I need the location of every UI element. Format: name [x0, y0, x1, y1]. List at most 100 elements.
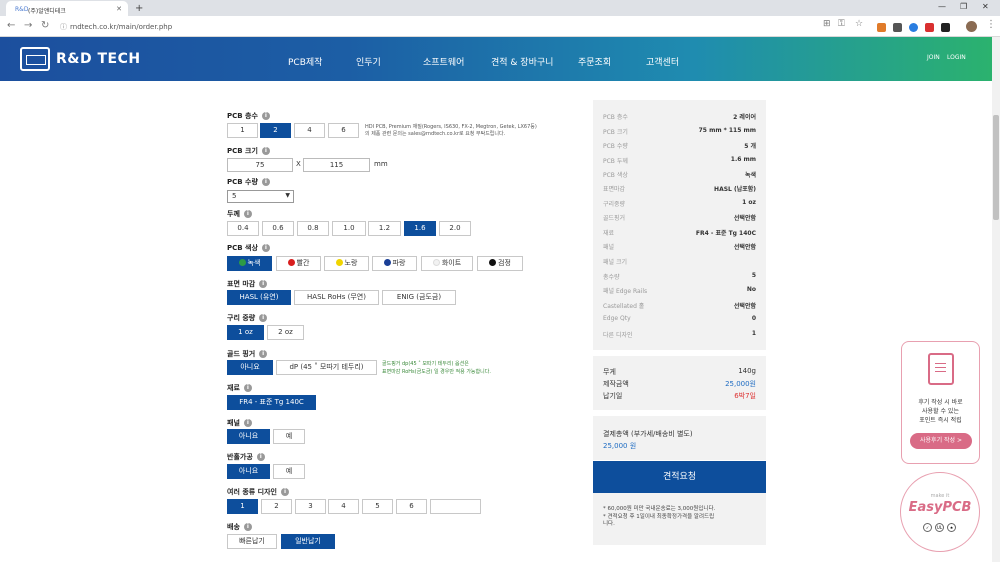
site-logo[interactable]: R&D TECH: [20, 46, 141, 72]
nav-soldering-iron[interactable]: 인두기: [356, 55, 381, 68]
gold-note: 표면마감 RoHs(금도금) 일 경우만 적용 가능합니다.: [382, 369, 491, 375]
layers-label-text: PCB 층수: [227, 112, 258, 120]
halfhole-option[interactable]: 아니요: [227, 464, 270, 479]
designs-option[interactable]: 4: [328, 499, 359, 514]
bookmark-star-icon[interactable]: ☆: [855, 19, 863, 29]
certification-badge-icon: ★: [947, 523, 956, 532]
designs-option[interactable]: 1: [227, 499, 258, 514]
info-icon[interactable]: i: [243, 419, 252, 427]
window-close-icon[interactable]: ✕: [982, 2, 989, 11]
size-height-input[interactable]: 115: [303, 158, 370, 172]
panel-option[interactable]: 예: [273, 429, 305, 444]
halfhole-option[interactable]: 예: [273, 464, 305, 479]
join-link[interactable]: JOIN: [927, 54, 940, 61]
info-icon[interactable]: i: [259, 350, 268, 358]
shipping-option[interactable]: 빠른납기: [227, 534, 277, 549]
extension-icon[interactable]: [925, 23, 934, 32]
gold-option[interactable]: dP (45 ˚ 모따기 테두리): [276, 360, 377, 375]
layers-option[interactable]: 1: [227, 123, 258, 138]
info-icon[interactable]: i: [259, 314, 268, 322]
color-option-red[interactable]: 빨간: [276, 256, 321, 271]
tab-close-icon[interactable]: ✕: [116, 5, 122, 13]
thickness-option[interactable]: 1.0: [332, 221, 366, 236]
forward-icon[interactable]: →: [24, 20, 32, 31]
key-icon[interactable]: ⚿: [838, 19, 845, 29]
login-link[interactable]: LOGIN: [947, 54, 966, 61]
address-bar[interactable]: ⓘ rndtech.co.kr/main/order.php: [58, 19, 808, 34]
thickness-option[interactable]: 1.6: [404, 221, 436, 236]
info-icon[interactable]: i: [261, 244, 270, 252]
info-icon[interactable]: i: [243, 523, 252, 531]
shipping-option[interactable]: 일반납기: [281, 534, 335, 549]
info-icon[interactable]: i: [243, 210, 252, 218]
color-label: PCB 색상 i: [227, 243, 270, 253]
copper-option[interactable]: 2 oz: [267, 325, 304, 340]
extension-icon[interactable]: [941, 23, 950, 32]
info-icon[interactable]: i: [261, 112, 270, 120]
thickness-option[interactable]: 1.2: [368, 221, 401, 236]
thickness-option[interactable]: 2.0: [439, 221, 471, 236]
write-review-button[interactable]: 사용후기 작성 >: [910, 433, 972, 449]
layers-option[interactable]: 6: [328, 123, 359, 138]
gold-label: 골드 핑거 i: [227, 349, 268, 359]
material-option[interactable]: FR4 - 표준 Tg 140C: [227, 395, 316, 410]
info-icon[interactable]: i: [280, 488, 289, 496]
reload-icon[interactable]: ↻: [41, 20, 49, 31]
back-icon[interactable]: ←: [7, 20, 15, 31]
profile-avatar[interactable]: [966, 21, 977, 32]
nav-quote-cart[interactable]: 견적 & 장바구니: [491, 55, 553, 68]
info-icon[interactable]: i: [256, 453, 265, 461]
thickness-option[interactable]: 0.4: [227, 221, 259, 236]
info-icon[interactable]: i: [259, 280, 268, 288]
designs-option[interactable]: 6: [396, 499, 427, 514]
nav-pcb[interactable]: PCB제작: [288, 55, 322, 68]
quote-request-button[interactable]: 견적요청: [593, 461, 766, 493]
nav-order-lookup[interactable]: 주문조회: [578, 55, 611, 68]
thickness-option[interactable]: 0.6: [262, 221, 294, 236]
panel-option[interactable]: 아니요: [227, 429, 270, 444]
site-favicon-icon: R&D: [15, 6, 29, 13]
browser-tab[interactable]: R&D (주)알앤디테크 ✕: [6, 1, 128, 16]
color-option-white[interactable]: 화이트: [421, 256, 473, 271]
extension-icon[interactable]: [909, 23, 918, 32]
maximize-icon[interactable]: ❐: [960, 2, 967, 11]
finish-option[interactable]: HASL (유연): [227, 290, 291, 305]
designs-option[interactable]: 3: [295, 499, 326, 514]
finish-option[interactable]: HASL RoHs (무연): [294, 290, 379, 305]
color-option-green[interactable]: 녹색: [227, 256, 272, 271]
color-option-black[interactable]: 검정: [477, 256, 523, 271]
layers-option[interactable]: 2: [260, 123, 291, 138]
designs-option[interactable]: 5: [362, 499, 393, 514]
nav-customer-center[interactable]: 고객센터: [646, 55, 679, 68]
designs-custom-input[interactable]: [430, 499, 481, 514]
new-tab-icon[interactable]: +: [135, 3, 143, 14]
extension-icon[interactable]: [893, 23, 902, 32]
info-icon[interactable]: i: [261, 147, 270, 155]
designs-option[interactable]: 2: [261, 499, 292, 514]
chevron-down-icon: ▼: [285, 192, 290, 199]
size-unit: mm: [374, 160, 388, 168]
thickness-option[interactable]: 0.8: [297, 221, 329, 236]
site-header: R&D TECH PCB제작 인두기 소프트웨어 견적 & 장바구니 주문조회 …: [0, 37, 992, 81]
color-option-yellow[interactable]: 노랑: [324, 256, 369, 271]
qty-select[interactable]: 5 ▼: [227, 190, 294, 203]
translate-icon[interactable]: ⊞: [823, 19, 831, 29]
gold-option[interactable]: 아니요: [227, 360, 273, 375]
info-icon[interactable]: i: [261, 178, 270, 186]
easypcb-badge[interactable]: make it EasyPCB ✓ UL ★: [900, 472, 980, 552]
minimize-icon[interactable]: —: [938, 2, 946, 11]
extension-icon[interactable]: [877, 23, 886, 32]
size-width-input[interactable]: 75: [227, 158, 293, 172]
cost-box: 무게 140g 제작금액 25,000원 납기일 6박7일: [593, 356, 766, 410]
copper-option[interactable]: 1 oz: [227, 325, 264, 340]
layers-label: PCB 층수 i: [227, 111, 270, 121]
info-icon[interactable]: i: [243, 384, 252, 392]
scrollbar-thumb[interactable]: [993, 115, 999, 220]
shipping-notice: * 60,000원 미만 국내운송료는 3,000원입니다. * 견적요청 후 …: [593, 493, 766, 545]
nav-software[interactable]: 소프트웨어: [423, 55, 464, 68]
color-option-blue[interactable]: 파랑: [372, 256, 417, 271]
layers-option[interactable]: 4: [294, 123, 325, 138]
page-scrollbar[interactable]: [992, 37, 1000, 562]
menu-icon[interactable]: ⋮: [986, 19, 996, 30]
finish-option[interactable]: ENIG (금도금): [382, 290, 456, 305]
